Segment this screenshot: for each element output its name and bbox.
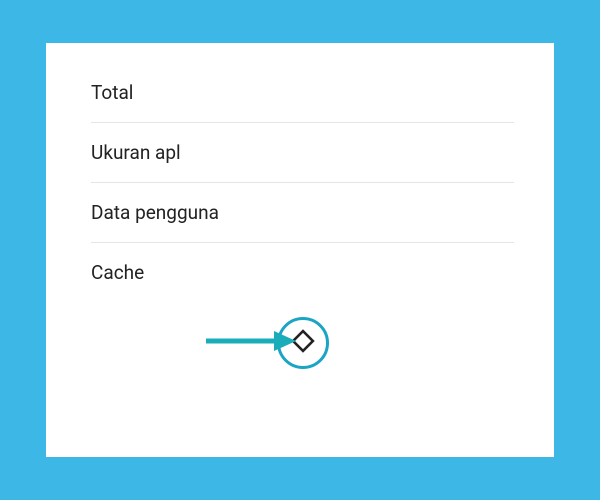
storage-card: Total Ukuran apl Data pengguna Cache (46, 43, 554, 457)
arrow-indicator-icon (206, 326, 296, 360)
list-item-total[interactable]: Total (91, 73, 514, 123)
label-cache: Cache (91, 261, 144, 284)
list-item-cache[interactable]: Cache (91, 243, 514, 302)
action-area (91, 317, 514, 369)
label-total: Total (91, 81, 133, 104)
list-item-app-size[interactable]: Ukuran apl (91, 123, 514, 183)
list-item-user-data[interactable]: Data pengguna (91, 183, 514, 243)
label-app-size: Ukuran apl (91, 141, 181, 164)
label-user-data: Data pengguna (91, 201, 219, 224)
